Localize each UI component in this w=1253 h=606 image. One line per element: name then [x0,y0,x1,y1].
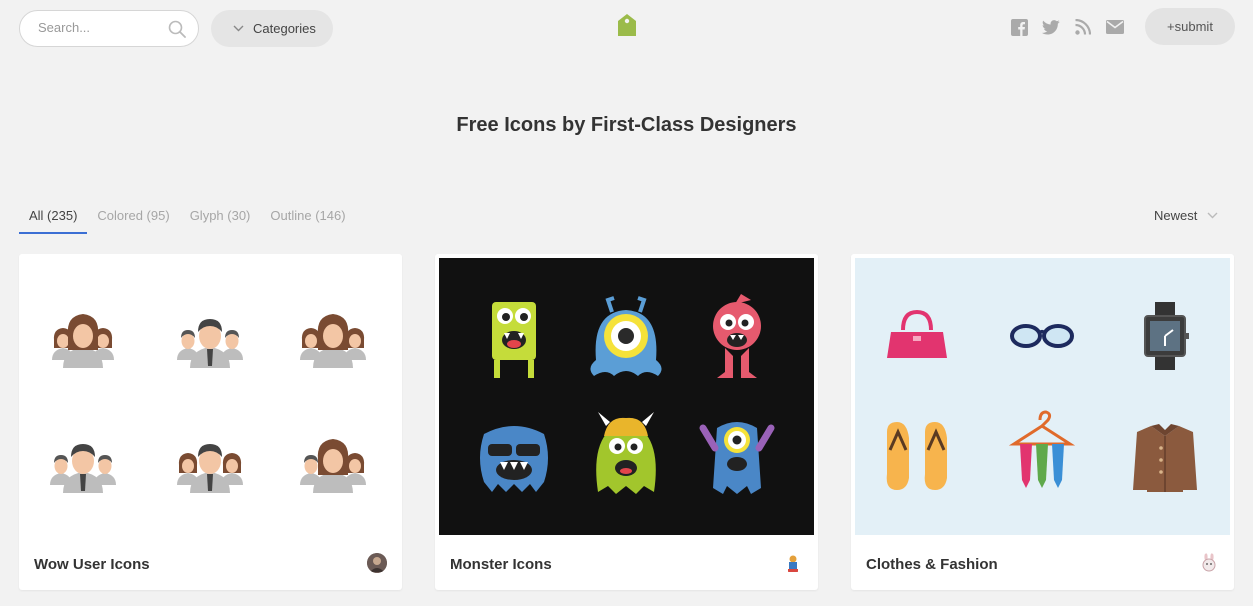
tab-colored[interactable]: Colored (95) [87,200,179,234]
submit-button[interactable]: +submit [1145,8,1235,45]
chevron-down-icon [233,25,244,32]
twitter-icon[interactable] [1041,17,1061,37]
designer-avatar-icon[interactable] [783,553,803,573]
search-input[interactable] [38,20,168,35]
top-bar: Categories +submit [0,0,1253,60]
tab-outline[interactable]: Outline (146) [260,200,355,234]
fashion-icons-preview [886,302,1197,492]
site-logo[interactable] [616,13,638,42]
search-icon[interactable] [168,20,186,43]
facebook-icon[interactable] [1009,17,1029,37]
tab-glyph[interactable]: Glyph (30) [180,200,261,234]
sort-label: Newest [1154,208,1198,223]
chevron-down-icon [1207,212,1218,219]
mail-icon[interactable] [1105,17,1125,37]
categories-label: Categories [253,21,316,36]
filter-tabs: All (235) Colored (95) Glyph (30) Outlin… [19,200,356,234]
icon-set-card[interactable]: Wow User Icons [19,254,402,590]
icon-set-card[interactable]: Clothes & Fashion [851,254,1234,590]
user-icons-preview [50,314,366,493]
search-box [19,10,199,47]
tab-all[interactable]: All (235) [19,200,88,234]
card-title: Clothes & Fashion [866,556,998,573]
rss-icon[interactable] [1073,17,1093,37]
designer-avatar-icon[interactable] [1199,553,1219,573]
monster-icons-preview [480,294,775,494]
card-title: Monster Icons [450,556,552,573]
tag-icon [618,14,636,36]
sort-dropdown[interactable]: Newest [1154,208,1218,223]
categories-dropdown[interactable]: Categories [211,10,333,47]
page-title: Free Icons by First-Class Designers [456,114,797,136]
card-title: Wow User Icons [34,556,150,573]
icon-set-card[interactable]: Monster Icons [435,254,818,590]
card-thumbnail [439,258,814,535]
card-thumbnail [855,258,1230,535]
designer-avatar-icon[interactable] [367,553,387,573]
card-thumbnail [23,258,398,535]
